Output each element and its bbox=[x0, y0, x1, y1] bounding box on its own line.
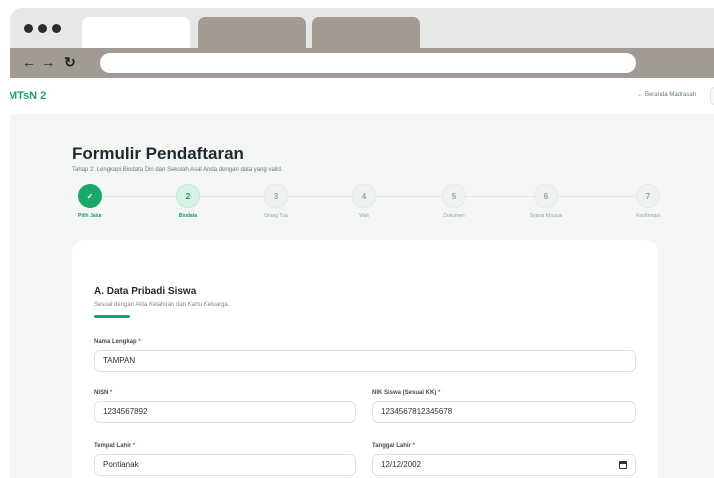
step-syarat-khusus[interactable]: 6 Syarat Khusus bbox=[521, 183, 571, 219]
maximize-window-dot[interactable] bbox=[52, 24, 61, 33]
step-orang-tua[interactable]: 3 Orang Tua bbox=[251, 183, 301, 219]
date-value: 12/12/2002 bbox=[381, 460, 422, 469]
progress-stepper: ✓ Pilih Jalur 2 Biodata 3 Orang Tua 4 Wa… bbox=[72, 183, 666, 229]
step-label: Biodata bbox=[178, 213, 198, 219]
minimize-window-dot[interactable] bbox=[38, 24, 47, 33]
page-title: Formulir Pendaftaran bbox=[72, 144, 244, 163]
step-dokumen[interactable]: 5 Dokumen bbox=[429, 183, 479, 219]
tab-bar bbox=[10, 8, 714, 48]
label-text: Tempat Lahir bbox=[94, 443, 132, 449]
section-title: A. Data Pribadi Siswa bbox=[94, 286, 197, 297]
label-text: Nama Lengkap bbox=[94, 339, 137, 345]
browser-window: ← → ↻ MTsN 2 ← Beranda Madrasah Formulir… bbox=[10, 8, 714, 478]
nama-lengkap-label: Nama Lengkap * bbox=[94, 339, 141, 345]
nisn-input[interactable]: 1234567892 bbox=[94, 401, 356, 423]
brand-logo-text[interactable]: MTsN 2 bbox=[10, 90, 46, 102]
tempat-lahir-input[interactable]: Pontianak bbox=[94, 454, 356, 476]
reload-icon[interactable]: ↻ bbox=[64, 54, 76, 70]
step-number: 5 bbox=[442, 184, 466, 208]
step-number: 7 bbox=[636, 184, 660, 208]
window-controls bbox=[24, 24, 61, 33]
required-mark: * bbox=[110, 390, 113, 396]
required-mark: * bbox=[438, 390, 441, 396]
step-number: 6 bbox=[534, 184, 558, 208]
required-mark: * bbox=[132, 443, 136, 449]
step-label: Syarat Khusus bbox=[529, 213, 563, 219]
label-text: Tanggal Lahir bbox=[372, 443, 411, 449]
browser-tab-2[interactable] bbox=[198, 17, 306, 48]
nik-input[interactable]: 1234567812345678 bbox=[372, 401, 636, 423]
label-text: NIK Siswa (Sesuai KK) bbox=[372, 390, 437, 396]
required-mark: * bbox=[412, 443, 415, 449]
required-mark: * bbox=[138, 339, 141, 345]
step-label: Orang Tua bbox=[264, 213, 288, 219]
step-konfirmasi[interactable]: 7 Konfirmasi bbox=[623, 183, 673, 219]
section-subtitle: Sesuai dengan Akta Kelahiran dan Kartu K… bbox=[94, 302, 230, 308]
header-action-button[interactable] bbox=[710, 87, 714, 105]
label-text: NISN bbox=[94, 390, 109, 396]
close-window-dot[interactable] bbox=[24, 24, 33, 33]
nama-lengkap-input[interactable]: TAMPAN bbox=[94, 350, 636, 372]
step-wali[interactable]: 4 Wali bbox=[339, 183, 389, 219]
tanggal-lahir-input[interactable]: 12/12/2002 bbox=[372, 454, 636, 476]
step-biodata[interactable]: 2 Biodata bbox=[163, 183, 213, 219]
step-label: Wali bbox=[359, 213, 369, 219]
step-number: 3 bbox=[264, 184, 288, 208]
step-number: 4 bbox=[352, 184, 376, 208]
form-card: A. Data Pribadi Siswa Sesuai dengan Akta… bbox=[72, 240, 658, 478]
browser-tab-3[interactable] bbox=[312, 17, 420, 48]
step-label: Dokumen bbox=[443, 213, 465, 219]
tempat-lahir-label: Tempat Lahir * bbox=[94, 443, 135, 449]
site-header: MTsN 2 ← Beranda Madrasah bbox=[10, 78, 714, 114]
step-label: Konfirmasi bbox=[636, 213, 660, 219]
step-number: 2 bbox=[176, 184, 200, 208]
page-subtitle: Tahap 2: Lengkapi Biodata Diri dan Sekol… bbox=[72, 167, 283, 173]
web-page: MTsN 2 ← Beranda Madrasah Formulir Penda… bbox=[10, 78, 714, 478]
step-label: Pilih Jalur bbox=[78, 213, 102, 219]
forward-arrow-icon[interactable]: → bbox=[41, 54, 55, 70]
back-arrow-icon[interactable]: ← bbox=[22, 54, 36, 70]
checkmark-icon: ✓ bbox=[78, 184, 102, 208]
section-underline bbox=[94, 315, 130, 318]
nisn-label: NISN * bbox=[94, 390, 112, 396]
browser-toolbar: ← → ↻ bbox=[10, 48, 714, 78]
step-pilih-jalur[interactable]: ✓ Pilih Jalur bbox=[65, 183, 115, 219]
calendar-icon[interactable] bbox=[619, 461, 627, 469]
tanggal-lahir-label: Tanggal Lahir * bbox=[372, 443, 415, 449]
home-link[interactable]: ← Beranda Madrasah bbox=[637, 92, 696, 98]
browser-tab-active[interactable] bbox=[82, 17, 190, 48]
address-bar[interactable] bbox=[100, 53, 636, 73]
nik-label: NIK Siswa (Sesuai KK) * bbox=[372, 390, 440, 396]
